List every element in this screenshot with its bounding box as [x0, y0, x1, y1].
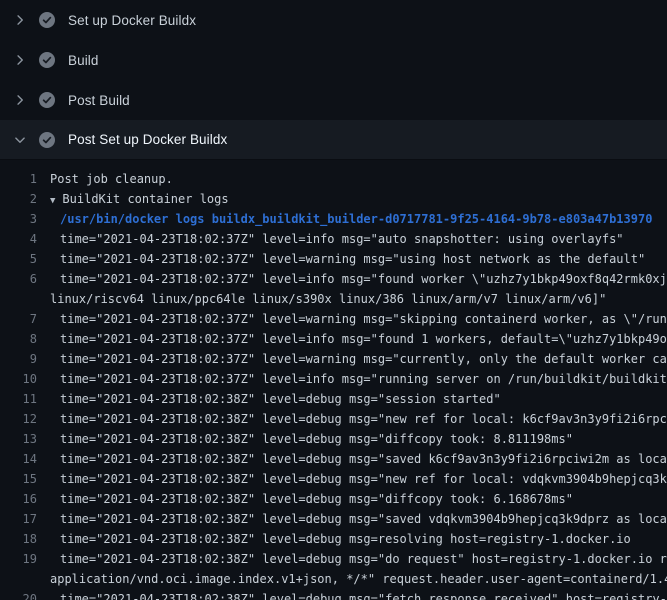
log-text: ▼time="2021-04-23T18:02:37Z" level=info … [37, 329, 667, 349]
line-number[interactable]: 4 [0, 229, 37, 249]
log-text: ▼time="2021-04-23T18:02:38Z" level=debug… [37, 469, 667, 489]
log-text: ▼time="2021-04-23T18:02:38Z" level=debug… [37, 549, 667, 569]
chevron-right-icon[interactable] [13, 53, 27, 67]
line-number[interactable]: 5 [0, 249, 37, 269]
line-number[interactable]: 14 [0, 449, 37, 469]
line-number[interactable]: 2 [0, 189, 37, 209]
line-number[interactable]: 12 [0, 409, 37, 429]
line-number[interactable]: 6 [0, 269, 37, 289]
log-line: 3 ▼/usr/bin/docker logs buildx_buildkit_… [0, 209, 667, 229]
step-header-post-build[interactable]: Post Build [0, 80, 667, 120]
line-number[interactable]: 13 [0, 429, 37, 449]
line-number[interactable]: 7 [0, 309, 37, 329]
log-line: 20 ▼time="2021-04-23T18:02:38Z" level=de… [0, 589, 667, 600]
chevron-right-icon[interactable] [13, 13, 27, 27]
workflow-log-viewer: Set up Docker Buildx Build Post Build Po… [0, 0, 667, 600]
log-text: ▼time="2021-04-23T18:02:37Z" level=info … [37, 229, 624, 249]
check-circle-icon [39, 132, 55, 148]
log-text: ▼Post job cleanup. [37, 169, 173, 189]
log-line: 17 ▼time="2021-04-23T18:02:38Z" level=de… [0, 509, 667, 529]
log-text: ▼linux/riscv64 linux/ppc64le linux/s390x… [37, 289, 606, 309]
log-text: ▼time="2021-04-23T18:02:37Z" level=warni… [37, 349, 667, 369]
line-number[interactable]: 8 [0, 329, 37, 349]
chevron-right-icon[interactable] [13, 93, 27, 107]
line-number[interactable]: 16 [0, 489, 37, 509]
log-line: 6 ▼time="2021-04-23T18:02:37Z" level=inf… [0, 269, 667, 289]
log-line: 18 ▼time="2021-04-23T18:02:38Z" level=de… [0, 529, 667, 549]
log-line: 2 ▼BuildKit container logs [0, 189, 667, 209]
line-number[interactable]: 19 [0, 549, 37, 569]
log-text: ▼time="2021-04-23T18:02:38Z" level=debug… [37, 389, 501, 409]
log-line: 10 ▼time="2021-04-23T18:02:37Z" level=in… [0, 369, 667, 389]
log-line: 12 ▼time="2021-04-23T18:02:38Z" level=de… [0, 409, 667, 429]
check-circle-icon [39, 52, 55, 68]
steps-list: Set up Docker Buildx Build Post Build Po… [0, 0, 667, 160]
step-title: Post Build [68, 93, 130, 108]
check-circle-icon [39, 92, 55, 108]
log-line: 11 ▼time="2021-04-23T18:02:38Z" level=de… [0, 389, 667, 409]
line-number[interactable]: 17 [0, 509, 37, 529]
line-number[interactable]: 20 [0, 589, 37, 600]
log-text: ▼time="2021-04-23T18:02:37Z" level=info … [37, 369, 667, 389]
log-text: ▼time="2021-04-23T18:02:38Z" level=debug… [37, 409, 667, 429]
line-number[interactable]: 15 [0, 469, 37, 489]
line-number[interactable]: 1 [0, 169, 37, 189]
log-text: ▼time="2021-04-23T18:02:38Z" level=debug… [37, 509, 667, 529]
group-caret-icon[interactable]: ▼ [50, 196, 55, 206]
step-title: Set up Docker Buildx [68, 13, 196, 28]
log-text: ▼time="2021-04-23T18:02:38Z" level=debug… [37, 589, 667, 600]
log-text: ▼time="2021-04-23T18:02:37Z" level=info … [37, 269, 667, 289]
log-text: ▼time="2021-04-23T18:02:37Z" level=warni… [37, 309, 667, 329]
log-text: ▼time="2021-04-23T18:02:38Z" level=debug… [37, 489, 573, 509]
log-line: 1 ▼Post job cleanup. [0, 169, 667, 189]
line-number[interactable]: 11 [0, 389, 37, 409]
step-header-post-set-up-docker-buildx[interactable]: Post Set up Docker Buildx [0, 120, 667, 160]
log-line: 13 ▼time="2021-04-23T18:02:38Z" level=de… [0, 429, 667, 449]
log-line: 7 ▼time="2021-04-23T18:02:37Z" level=war… [0, 309, 667, 329]
line-number[interactable] [0, 569, 37, 589]
step-title: Build [68, 53, 99, 68]
log-line: 16 ▼time="2021-04-23T18:02:38Z" level=de… [0, 489, 667, 509]
log-line: ▼linux/riscv64 linux/ppc64le linux/s390x… [0, 289, 667, 309]
log-line: 14 ▼time="2021-04-23T18:02:38Z" level=de… [0, 449, 667, 469]
chevron-down-icon[interactable] [13, 133, 27, 147]
line-number[interactable] [0, 289, 37, 309]
log-line: 5 ▼time="2021-04-23T18:02:37Z" level=war… [0, 249, 667, 269]
log-line: 15 ▼time="2021-04-23T18:02:38Z" level=de… [0, 469, 667, 489]
line-number[interactable]: 18 [0, 529, 37, 549]
line-number[interactable]: 3 [0, 209, 37, 229]
step-title: Post Set up Docker Buildx [68, 132, 227, 147]
log-text: ▼time="2021-04-23T18:02:38Z" level=debug… [37, 449, 667, 469]
log-text: ▼application/vnd.oci.image.index.v1+json… [37, 569, 667, 589]
log-text: ▼/usr/bin/docker logs buildx_buildkit_bu… [37, 209, 652, 229]
log-text: ▼time="2021-04-23T18:02:38Z" level=debug… [37, 529, 631, 549]
log-line: 8 ▼time="2021-04-23T18:02:37Z" level=inf… [0, 329, 667, 349]
log-line: 4 ▼time="2021-04-23T18:02:37Z" level=inf… [0, 229, 667, 249]
log-line: ▼application/vnd.oci.image.index.v1+json… [0, 569, 667, 589]
log-line: 19 ▼time="2021-04-23T18:02:38Z" level=de… [0, 549, 667, 569]
log-line: 9 ▼time="2021-04-23T18:02:37Z" level=war… [0, 349, 667, 369]
line-number[interactable]: 9 [0, 349, 37, 369]
log-text: ▼time="2021-04-23T18:02:37Z" level=warni… [37, 249, 645, 269]
log-body: 1 ▼Post job cleanup. 2 ▼BuildKit contain… [0, 160, 667, 600]
check-circle-icon [39, 12, 55, 28]
log-text: ▼time="2021-04-23T18:02:38Z" level=debug… [37, 429, 573, 449]
step-header-set-up-docker-buildx[interactable]: Set up Docker Buildx [0, 0, 667, 40]
line-number[interactable]: 10 [0, 369, 37, 389]
step-header-build[interactable]: Build [0, 40, 667, 80]
log-text: ▼BuildKit container logs [37, 189, 229, 209]
